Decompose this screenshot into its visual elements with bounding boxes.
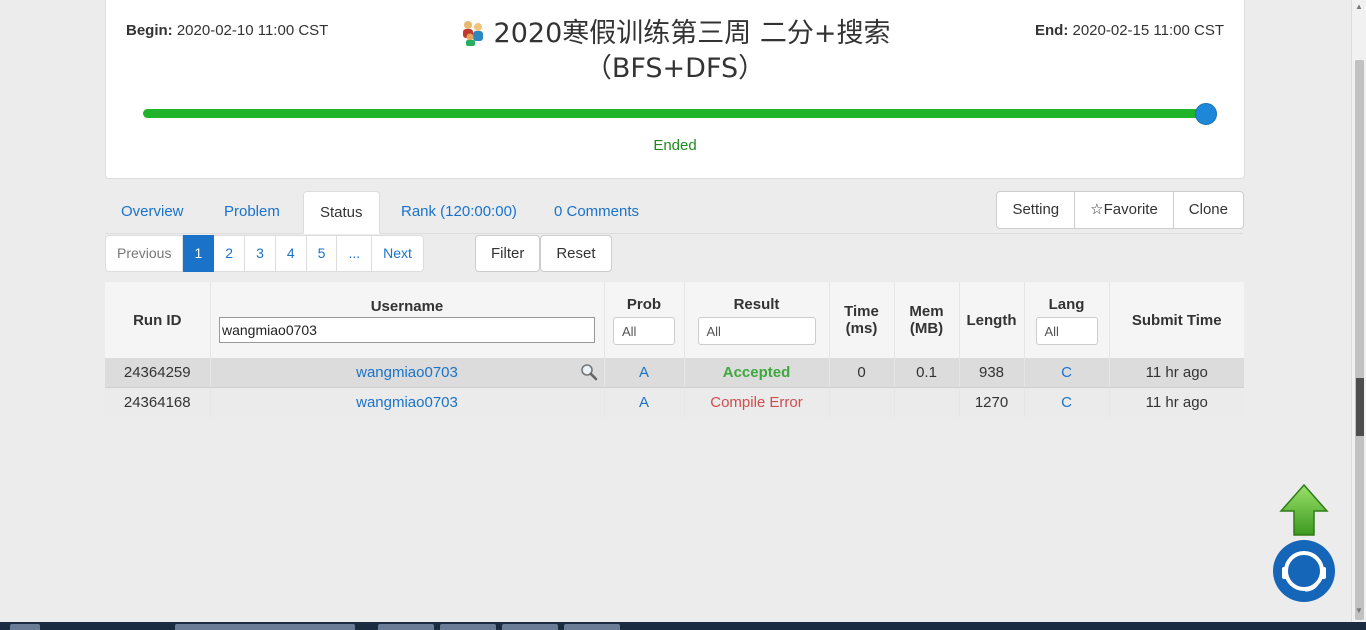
username-link[interactable]: wangmiao0703 — [356, 364, 458, 381]
page-scrollbar[interactable]: ▲ ▼ — [1351, 0, 1366, 622]
header-mem-unit: (MB) — [909, 320, 944, 337]
magnifier-icon[interactable] — [580, 363, 598, 381]
run-id-cell: 24364259 — [105, 358, 211, 388]
contest-end: End: 2020-02-15 11:00 CST — [1035, 22, 1224, 39]
taskbar-app-button[interactable] — [378, 624, 434, 630]
length-cell: 938 — [959, 358, 1025, 388]
result-cell[interactable]: Compile Error — [684, 387, 830, 417]
page-next[interactable]: Next — [372, 235, 424, 272]
username-link[interactable]: wangmiao0703 — [356, 394, 458, 411]
taskbar-app-button[interactable] — [440, 624, 496, 630]
header-run-id: Run ID — [105, 282, 211, 358]
prob-link[interactable]: A — [604, 387, 685, 417]
submit-time-cell: 11 hr ago — [1109, 358, 1244, 388]
taskbar-start-button[interactable] — [10, 624, 40, 630]
reset-button[interactable]: Reset — [540, 235, 612, 272]
status-table: Run ID Username wangmiao0703 Prob All Re… — [105, 282, 1244, 417]
setting-button[interactable]: Setting — [996, 191, 1076, 229]
table-row: 24364168 wangmiao0703 A Compile Error 12… — [105, 387, 1244, 417]
page-ellipsis: ... — [337, 235, 373, 272]
os-taskbar — [0, 622, 1366, 630]
contest-actions: Setting ☆Favorite Clone — [996, 191, 1244, 229]
support-chat-icon[interactable] — [1273, 540, 1335, 602]
header-prob-label: Prob — [626, 295, 662, 313]
clone-button[interactable]: Clone — [1173, 191, 1244, 229]
page-4[interactable]: 4 — [275, 235, 307, 272]
back-to-top-icon[interactable] — [1279, 483, 1329, 539]
result-filter-select[interactable]: All — [697, 316, 816, 345]
time-cell: 0 — [829, 358, 895, 388]
header-submit-time: Submit Time — [1109, 282, 1244, 358]
group-icon — [462, 21, 483, 46]
page-2[interactable]: 2 — [214, 235, 246, 272]
scroll-thumb[interactable] — [1355, 60, 1364, 620]
title-line-2: （BFS+DFS） — [584, 53, 766, 84]
pagination: Previous 1 2 3 4 5 ... Next — [105, 235, 424, 272]
scroll-up-icon[interactable]: ▲ — [1354, 2, 1364, 12]
end-label: End: — [1035, 22, 1069, 39]
side-panel-tab[interactable] — [1356, 378, 1364, 436]
length-cell: 1270 — [959, 387, 1025, 417]
page-previous[interactable]: Previous — [105, 235, 184, 272]
tab-status[interactable]: Status — [303, 191, 380, 234]
page-3[interactable]: 3 — [245, 235, 276, 272]
contest-header: Begin: 2020-02-10 11:00 CST 2020寒假训练第三周 … — [105, 0, 1245, 179]
scroll-down-icon[interactable]: ▼ — [1354, 606, 1364, 616]
page-5[interactable]: 5 — [306, 235, 338, 272]
lang-link[interactable]: C — [1024, 387, 1110, 417]
contest-progress-bar — [143, 103, 1217, 125]
lang-link[interactable]: C — [1024, 358, 1110, 388]
favorite-button[interactable]: ☆Favorite — [1075, 191, 1174, 229]
header-length: Length — [959, 282, 1025, 358]
tab-rank[interactable]: Rank (120:00:00) — [385, 191, 533, 233]
submit-time-cell: 11 hr ago — [1109, 387, 1244, 417]
header-time-unit: (ms) — [845, 320, 878, 337]
filter-button[interactable]: Filter — [475, 235, 541, 272]
result-cell: Accepted — [684, 358, 830, 388]
table-row: 24364259 wangmiao0703 A Accepted 0 0.1 9… — [105, 358, 1244, 388]
mem-cell — [894, 387, 960, 417]
time-cell — [829, 387, 895, 417]
page-1[interactable]: 1 — [183, 235, 215, 272]
contest-status: Ended — [653, 137, 697, 154]
header-time: Time (ms) — [829, 282, 895, 358]
header-lang: Lang All — [1024, 282, 1110, 358]
header-prob: Prob All — [604, 282, 685, 358]
title-line-1: 2020寒假训练第三周 二分+搜索 — [493, 18, 891, 49]
header-result: Result All — [684, 282, 830, 358]
taskbar-window-button[interactable] — [175, 624, 355, 630]
table-header-row: Run ID Username wangmiao0703 Prob All Re… — [105, 282, 1244, 358]
run-id-cell: 24364168 — [105, 387, 211, 417]
tab-overview[interactable]: Overview — [105, 191, 200, 233]
tab-problem[interactable]: Problem — [208, 191, 296, 233]
header-time-label: Time — [844, 303, 879, 320]
taskbar-app-button[interactable] — [502, 624, 558, 630]
username-cell: wangmiao0703 — [210, 387, 605, 417]
header-lang-label: Lang — [1048, 295, 1085, 313]
header-username: Username wangmiao0703 — [210, 282, 605, 358]
filter-controls: Filter Reset — [475, 235, 612, 272]
header-username-label: Username — [370, 297, 444, 315]
username-cell: wangmiao0703 — [210, 358, 605, 388]
header-mem: Mem (MB) — [894, 282, 960, 358]
prob-link[interactable]: A — [604, 358, 685, 388]
mem-cell: 0.1 — [894, 358, 960, 388]
tab-comments[interactable]: 0 Comments — [538, 191, 655, 233]
progress-knob[interactable] — [1195, 103, 1217, 125]
header-mem-label: Mem — [909, 303, 944, 320]
header-result-label: Result — [733, 295, 780, 313]
lang-filter-select[interactable]: All — [1035, 316, 1098, 345]
username-filter-input[interactable]: wangmiao0703 — [219, 316, 595, 343]
prob-filter-select[interactable]: All — [613, 316, 675, 345]
end-value: 2020-02-15 11:00 CST — [1072, 22, 1225, 39]
taskbar-app-button[interactable] — [564, 624, 620, 630]
